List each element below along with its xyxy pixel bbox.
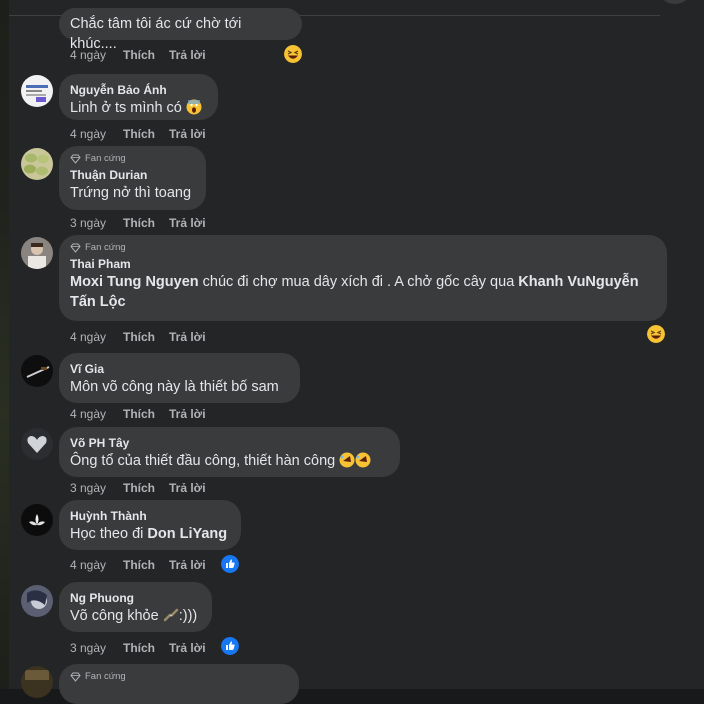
comment-author[interactable]: Vĩ Gia	[70, 361, 288, 377]
diamond-icon	[70, 243, 81, 253]
comment-author[interactable]: Ng Phuong	[70, 590, 200, 606]
badge-label: Fan cứng	[85, 671, 126, 682]
comment-age[interactable]: 3 ngày	[70, 641, 123, 655]
comment-text: Linh ở ts mình có	[70, 98, 206, 118]
like-link[interactable]: Thích	[123, 481, 169, 495]
grinning-squint-emoji-icon[interactable]	[284, 45, 302, 63]
comment-bubble: Vĩ Gia Môn võ công này là thiết bố sam	[59, 353, 300, 403]
comment-actions: 4 ngày Thích Trả lời	[70, 48, 206, 62]
avatar[interactable]	[21, 428, 53, 460]
comment-actions: 4 ngày Thích Trả lời	[70, 558, 206, 572]
comment-author[interactable]: Thai Pham	[70, 256, 655, 272]
comment-age[interactable]: 3 ngày	[70, 216, 123, 230]
comment-bubble: Fan cứng Thai Pham Moxi Tung Nguyen chúc…	[59, 235, 667, 321]
fan-badge: Fan cứng	[70, 670, 287, 684]
comment-age[interactable]: 4 ngày	[70, 558, 123, 572]
fan-badge: Fan cứng	[70, 152, 194, 166]
reply-link[interactable]: Trả lời	[169, 127, 206, 141]
comment-text-body: Linh ở ts mình có	[70, 100, 182, 116]
comment-bubble: Chắc tâm tôi ác cứ chờ tới khúc....	[59, 8, 302, 52]
comment-actions: 3 ngày Thích Trả lời	[70, 641, 206, 655]
nunchaku-emoji-icon	[163, 608, 178, 622]
comment-actions: 4 ngày Thích Trả lời	[70, 407, 206, 421]
avatar[interactable]	[21, 148, 53, 180]
like-link[interactable]: Thích	[123, 330, 169, 344]
comment-age[interactable]: 4 ngày	[70, 48, 123, 62]
comment-actions: 4 ngày Thích Trả lời	[70, 330, 206, 344]
reply-link[interactable]: Trả lời	[169, 641, 206, 655]
badge-label: Fan cứng	[85, 242, 126, 253]
like-link[interactable]: Thích	[123, 641, 169, 655]
comment-text-body: Võ công khỏe	[70, 608, 159, 624]
scream-emoji-icon	[186, 99, 202, 115]
comment-bubble: Fan cứng	[59, 664, 299, 704]
comment-author[interactable]: Huỳnh Thành	[70, 508, 229, 524]
background-strip	[0, 0, 9, 689]
comment-actions: 3 ngày Thích Trả lời	[70, 481, 206, 495]
comment-bubble: Fan cứng Thuận Durian Trứng nở thì toang	[59, 146, 206, 210]
comment-age[interactable]: 3 ngày	[70, 481, 123, 495]
avatar[interactable]	[21, 75, 53, 107]
reply-link[interactable]: Trả lời	[169, 330, 206, 344]
reply-link[interactable]: Trả lời	[169, 481, 206, 495]
comment-author[interactable]: Thuận Durian	[70, 167, 194, 183]
comment-actions: 4 ngày Thích Trả lời	[70, 127, 206, 141]
avatar[interactable]	[21, 237, 53, 269]
mention-link[interactable]: Don LiYang	[147, 526, 227, 542]
comment-age[interactable]: 4 ngày	[70, 407, 123, 421]
avatar[interactable]	[21, 355, 53, 387]
comment-text: Võ công khỏe :)))	[70, 606, 200, 626]
comment-text: Môn võ công này là thiết bố sam	[70, 379, 279, 395]
like-link[interactable]: Thích	[123, 558, 169, 572]
comment-text-body: chúc đi chợ mua dây xích đi . A chở gốc …	[198, 274, 519, 290]
reply-link[interactable]: Trả lời	[169, 216, 206, 230]
like-link[interactable]: Thích	[123, 216, 169, 230]
comment-text: Trứng nở thì toang	[70, 185, 192, 201]
rolling-laughing-emoji-icon	[355, 452, 371, 468]
comment-bubble: Ng Phuong Võ công khỏe :)))	[59, 582, 212, 632]
mention-link[interactable]: Moxi Tung Nguyen	[70, 274, 199, 290]
badge-label: Fan cứng	[85, 153, 126, 164]
comment-text: Ông tổ của thiết đầu công, thiết hàn côn…	[70, 451, 388, 471]
comment-author[interactable]: Võ PH Tây	[70, 435, 388, 451]
comment-bubble: Huỳnh Thành Học theo đi Don LiYang	[59, 500, 241, 550]
comment-bubble: Nguyễn Bảo Ánh Linh ở ts mình có	[59, 74, 218, 120]
diamond-icon	[70, 154, 81, 164]
fan-badge: Fan cứng	[70, 241, 655, 255]
like-link[interactable]: Thích	[123, 407, 169, 421]
comment-age[interactable]: 4 ngày	[70, 330, 123, 344]
comment-text-body: Học theo đi	[70, 526, 148, 542]
reply-link[interactable]: Trả lời	[169, 48, 206, 62]
comment-text-tail: :)))	[178, 608, 198, 624]
diamond-icon	[70, 672, 81, 682]
like-reaction-icon[interactable]	[221, 637, 239, 655]
comment-bubble: Võ PH Tây Ông tổ của thiết đầu công, thi…	[59, 427, 400, 477]
avatar[interactable]	[21, 585, 53, 617]
comment-text: Học theo đi Don LiYang	[70, 524, 229, 544]
comment-age[interactable]: 4 ngày	[70, 127, 123, 141]
like-link[interactable]: Thích	[123, 48, 169, 62]
like-reaction-icon[interactable]	[221, 555, 239, 573]
avatar[interactable]	[21, 504, 53, 536]
comment-text-body: Ông tổ của thiết đầu công, thiết hàn côn…	[70, 453, 336, 469]
like-link[interactable]: Thích	[123, 127, 169, 141]
grinning-squint-emoji-icon[interactable]	[647, 325, 665, 343]
comment-text: Moxi Tung Nguyen chúc đi chợ mua dây xíc…	[70, 272, 655, 312]
avatar[interactable]	[21, 666, 53, 698]
comment-author[interactable]: Nguyễn Bảo Ánh	[70, 82, 206, 98]
reply-link[interactable]: Trả lời	[169, 558, 206, 572]
comment-actions: 3 ngày Thích Trả lời	[70, 216, 206, 230]
rolling-laughing-emoji-icon	[339, 452, 355, 468]
reply-link[interactable]: Trả lời	[169, 407, 206, 421]
